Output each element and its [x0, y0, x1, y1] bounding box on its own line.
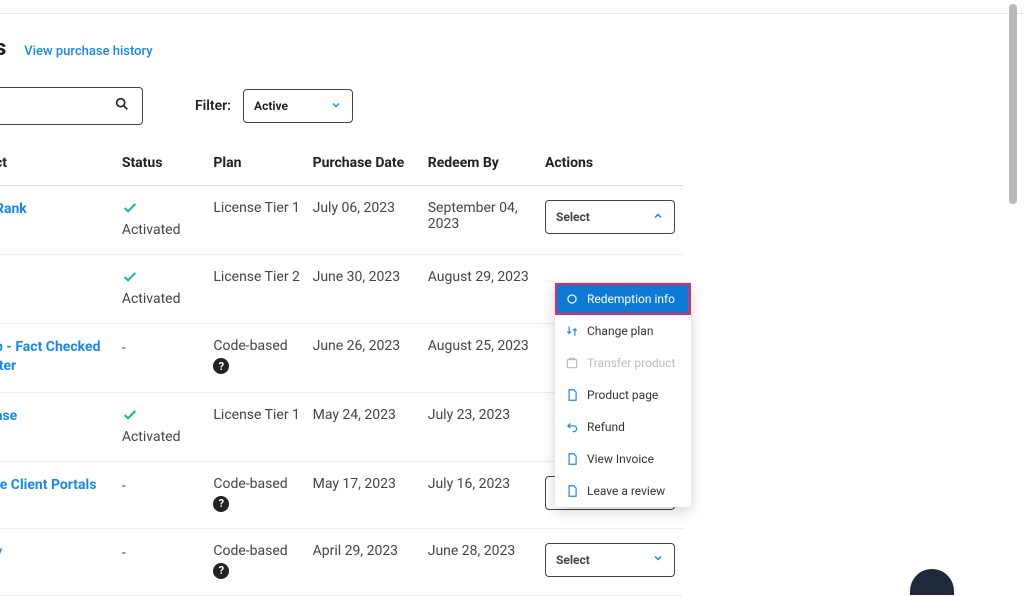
col-status: Status: [122, 145, 214, 186]
status-text: Activated: [122, 222, 181, 238]
refund-icon: [565, 420, 579, 434]
view-purchase-history-link[interactable]: View purchase history: [24, 44, 152, 59]
col-purchase: Purchase Date: [313, 145, 428, 186]
dropdown-item-label: Product page: [587, 388, 658, 402]
chevron-down-icon: [652, 552, 664, 567]
help-fab[interactable]: [910, 569, 954, 595]
chevron-down-icon: [330, 99, 342, 114]
redeem-date: August 29, 2023: [428, 255, 545, 324]
redeem-date: July 23, 2023: [428, 392, 545, 461]
page-icon: [565, 388, 579, 402]
plan-text: License Tier 2: [213, 269, 304, 285]
product-link[interactable]: Rank: [0, 201, 27, 217]
review-icon: [565, 484, 579, 498]
dropdown-item-label: Change plan: [587, 324, 653, 338]
purchase-date: July 06, 2023: [313, 186, 428, 255]
col-actions: Actions: [545, 145, 683, 186]
select-label: Select: [556, 210, 590, 224]
product-link[interactable]: b - Fact Checked iter: [0, 339, 100, 374]
product-link[interactable]: te Client Portals: [0, 477, 96, 493]
scrollbar[interactable]: [1009, 4, 1017, 204]
dropdown-item-label: Refund: [587, 420, 625, 434]
help-icon[interactable]: ?: [213, 563, 229, 579]
col-plan: Plan: [213, 145, 312, 186]
dropdown-item-label: Leave a review: [587, 484, 665, 498]
purchase-date: May 17, 2023: [313, 461, 428, 528]
dropdown-item-label: Transfer product: [587, 356, 675, 370]
status-dash: -: [122, 476, 206, 494]
plan-text: Code-based: [213, 476, 304, 492]
check-icon: [122, 269, 206, 289]
dropdown-item-review[interactable]: Leave a review: [555, 475, 691, 507]
dropdown-item-change-plan[interactable]: Change plan: [555, 315, 691, 347]
status-dash: -: [122, 338, 206, 356]
dropdown-item-transfer: Transfer product: [555, 347, 691, 379]
redemption-icon: [565, 292, 579, 306]
select-actions-button[interactable]: Select: [545, 200, 675, 234]
plan-text: Code-based: [213, 543, 304, 559]
filter-select[interactable]: Active: [243, 89, 353, 123]
filter-value: Active: [254, 99, 288, 113]
filter-label: Filter:: [195, 98, 231, 114]
status-text: Activated: [122, 291, 181, 307]
table-row: y -Code-based? April 29, 2023June 28, 2023…: [0, 528, 683, 595]
purchase-date: May 24, 2023: [313, 392, 428, 461]
search-input[interactable]: [0, 87, 143, 125]
help-icon[interactable]: ?: [213, 358, 229, 374]
select-label: Select: [556, 553, 590, 567]
controls-row: Filter: Active: [0, 79, 689, 145]
page-title-fragment: s: [0, 36, 6, 61]
status-dash: -: [122, 543, 206, 561]
dropdown-item-page[interactable]: Product page: [555, 379, 691, 411]
check-icon: [122, 200, 206, 220]
select-actions-button[interactable]: Select: [545, 543, 675, 577]
dropdown-item-redemption[interactable]: Redemption info: [555, 283, 691, 315]
redeem-date: July 16, 2023: [428, 461, 545, 528]
redeem-date: September 04, 2023: [428, 186, 545, 255]
check-icon: [122, 407, 206, 427]
dropdown-item-refund[interactable]: Refund: [555, 411, 691, 443]
page-header: s View purchase history: [0, 14, 689, 79]
filter-group: Filter: Active: [195, 89, 353, 123]
plan-text: License Tier 1: [213, 200, 304, 216]
table-row: Rank Activated License Tier 1 July 06, 2023…: [0, 186, 683, 255]
search-icon: [114, 96, 130, 116]
redeem-date: August 25, 2023: [428, 324, 545, 393]
top-divider: [0, 0, 1024, 14]
transfer-icon: [565, 356, 579, 370]
dropdown-item-label: Redemption info: [587, 292, 675, 306]
help-icon[interactable]: ?: [213, 496, 229, 512]
purchase-date: June 26, 2023: [313, 324, 428, 393]
dropdown-item-invoice[interactable]: View Invoice: [555, 443, 691, 475]
product-link[interactable]: ase: [0, 408, 17, 424]
status-text: Activated: [122, 429, 181, 445]
redeem-date: June 28, 2023: [428, 528, 545, 595]
product-link[interactable]: y: [0, 544, 2, 560]
col-redeem: Redeem By: [428, 145, 545, 186]
col-product: ct: [0, 145, 122, 186]
plan-text: License Tier 1: [213, 407, 304, 423]
plan-text: Code-based: [213, 338, 304, 354]
purchase-date: June 30, 2023: [313, 255, 428, 324]
invoice-icon: [565, 452, 579, 466]
dropdown-item-label: View Invoice: [587, 452, 654, 466]
chevron-up-icon: [652, 210, 664, 225]
purchase-date: April 29, 2023: [313, 528, 428, 595]
actions-dropdown: Redemption info Change plan Transfer produ…: [555, 283, 691, 507]
change-plan-icon: [565, 324, 579, 338]
